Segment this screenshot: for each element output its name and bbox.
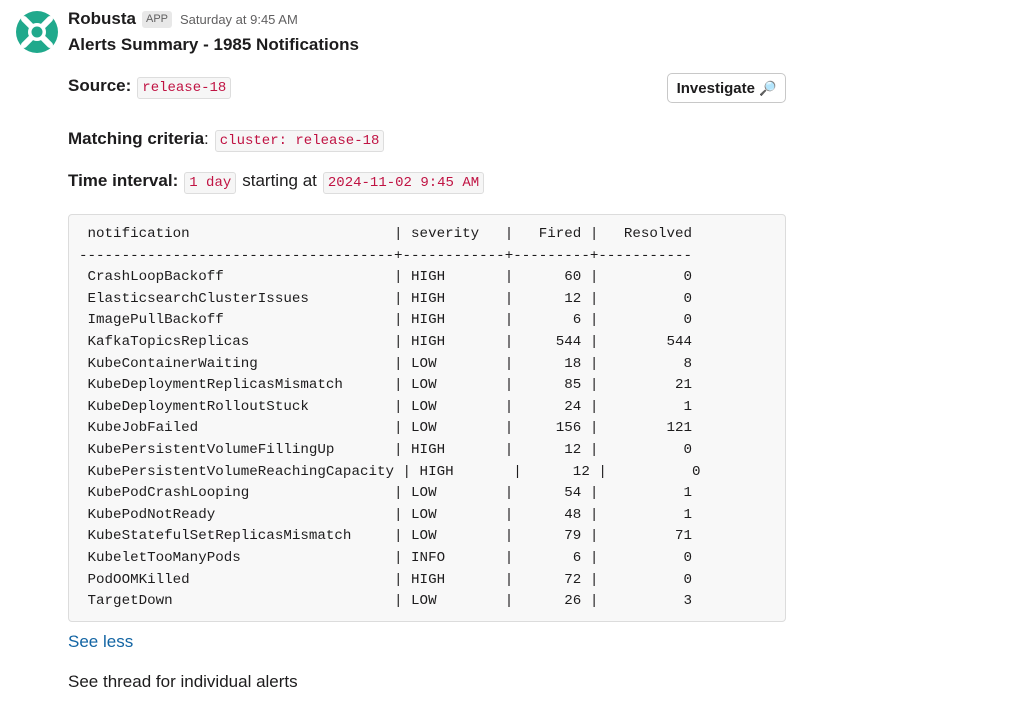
alerts-table: notification | severity | Fired | Resolv… — [79, 224, 785, 613]
table-row: KubePodCrashLooping | LOW | 54 | 1 — [79, 485, 693, 502]
source-value: release-18 — [137, 77, 232, 99]
table-row: KubeDeploymentRolloutStuck | LOW | 24 | … — [79, 398, 693, 415]
see-less-link[interactable]: See less — [68, 632, 133, 652]
interval-label: Time interval: — [68, 171, 179, 190]
criteria-colon: : — [204, 129, 209, 148]
table-row: KubeletTooManyPods | INFO | 6 | 0 — [79, 549, 693, 566]
app-badge: APP — [142, 10, 173, 28]
robusta-logo-icon[interactable] — [15, 10, 59, 54]
table-row: TargetDown | LOW | 26 | 3 — [79, 593, 693, 610]
table-row: CrashLoopBackoff | HIGH | 60 | 0 — [79, 269, 693, 286]
investigate-button[interactable]: Investigate 🔎 — [667, 73, 786, 103]
thread-hint-text: See thread for individual alerts — [68, 672, 298, 691]
table-row: KafkaTopicsReplicas | HIGH | 544 | 544 — [79, 333, 693, 350]
table-row: KubeStatefulSetReplicasMismatch | LOW | … — [79, 528, 693, 545]
message-timestamp[interactable]: Saturday at 9:45 AM — [180, 12, 298, 27]
criteria-value: cluster: release-18 — [214, 130, 385, 152]
magnifier-icon: 🔎 — [758, 79, 777, 96]
table-row: KubeDeploymentReplicasMismatch | LOW | 8… — [79, 377, 693, 394]
criteria-line: Matching criteria: cluster: release-18 — [68, 128, 385, 152]
source-label: Source: — [68, 76, 132, 95]
investigate-label: Investigate — [676, 79, 755, 97]
message-title: Alerts Summary - 1985 Notifications — [68, 35, 359, 54]
table-row: ElasticsearchClusterIssues | HIGH | 12 |… — [79, 290, 693, 307]
table-header-row: notification | severity | Fired | Resolv… — [79, 226, 693, 242]
source-line: Source: release-18 — [68, 75, 232, 99]
table-row: KubePodNotReady | LOW | 48 | 1 — [79, 506, 693, 523]
table-row: KubePersistentVolumeReachingCapacity | H… — [79, 463, 701, 480]
sender-name[interactable]: Robusta — [68, 9, 136, 29]
table-row: KubeJobFailed | LOW | 156 | 121 — [79, 420, 693, 437]
table-separator: -------------------------------------+--… — [79, 247, 692, 264]
interval-start: 2024-11-02 9:45 AM — [322, 172, 485, 194]
interval-line: Time interval: 1 day starting at 2024-11… — [68, 170, 485, 194]
table-row: ImagePullBackoff | HIGH | 6 | 0 — [79, 312, 693, 329]
table-row: PodOOMKilled | HIGH | 72 | 0 — [79, 571, 693, 588]
message: Robusta APP Saturday at 9:45 AM Alerts S… — [0, 0, 1023, 701]
interval-value: 1 day — [184, 172, 237, 194]
table-row: KubeContainerWaiting | LOW | 18 | 8 — [79, 355, 693, 372]
interval-mid-text: starting at — [242, 171, 317, 190]
table-row: KubePersistentVolumeFillingUp | HIGH | 1… — [79, 441, 693, 458]
message-header: Robusta APP Saturday at 9:45 AM — [68, 8, 298, 30]
criteria-label: Matching criteria — [68, 129, 205, 148]
alerts-table-codeblock: notification | severity | Fired | Resolv… — [68, 214, 786, 622]
